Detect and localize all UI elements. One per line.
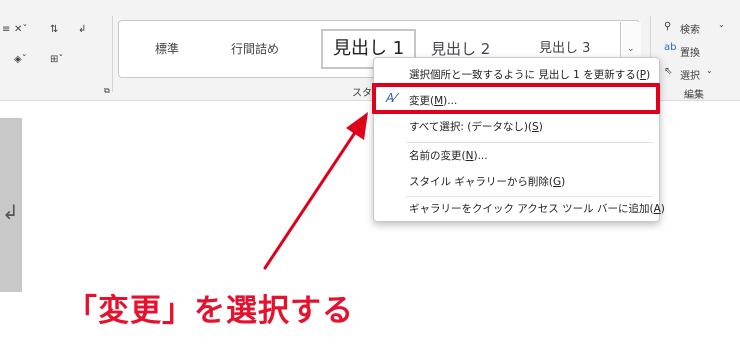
- menu-item-rename[interactable]: 名前の変更(N)...: [409, 148, 488, 163]
- styles-group-label: スタ: [352, 88, 372, 99]
- document-margin-block: ↲: [0, 118, 22, 292]
- cursor-icon[interactable]: ⇖: [664, 66, 672, 77]
- search-icon[interactable]: ⚲: [664, 21, 671, 32]
- select-button[interactable]: 選択: [680, 67, 700, 82]
- show-marks-icon[interactable]: ↲: [78, 24, 86, 35]
- sort-icon[interactable]: ⇅: [50, 24, 58, 35]
- borders-icon[interactable]: ⊞ˇ: [50, 54, 63, 65]
- style-context-menu: 選択個所と一致するように 見出し 1 を更新する(P) A⁄ 変更(M)... …: [373, 57, 665, 222]
- chevron-down-icon: ⌄: [627, 44, 635, 54]
- replace-icon[interactable]: ab: [664, 42, 676, 53]
- editing-group-label: 編集: [684, 90, 704, 101]
- find-dropdown-icon[interactable]: ⌄: [718, 20, 725, 29]
- replace-button[interactable]: 置換: [680, 44, 700, 59]
- paragraph-launcher-icon[interactable]: ⧉: [104, 86, 110, 96]
- find-button[interactable]: 検索: [680, 21, 700, 36]
- paragraph-mark-icon: ↲: [2, 200, 19, 224]
- annotation-text: 「変更」を選択する: [66, 293, 354, 329]
- asian-layout-icon[interactable]: ✕ˇ: [14, 24, 27, 35]
- shading-icon[interactable]: ◈ˇ: [14, 54, 27, 65]
- menu-item-select-all[interactable]: すべて選択: (データなし)(S): [409, 119, 543, 134]
- menu-item-add-to-quick-access[interactable]: ギャラリーをクイック アクセス ツール バーに追加(A): [409, 201, 665, 216]
- style-no-spacing[interactable]: 行間詰め: [231, 33, 279, 67]
- select-dropdown-icon[interactable]: ⌄: [706, 66, 713, 75]
- style-normal[interactable]: 標準: [155, 33, 179, 67]
- highlight-box: [372, 83, 660, 114]
- menu-item-update-to-match[interactable]: 選択個所と一致するように 見出し 1 を更新する(P): [409, 67, 650, 82]
- align-icon[interactable]: ≡: [2, 24, 10, 35]
- menu-item-remove-from-gallery[interactable]: スタイル ギャラリーから削除(G): [409, 174, 565, 189]
